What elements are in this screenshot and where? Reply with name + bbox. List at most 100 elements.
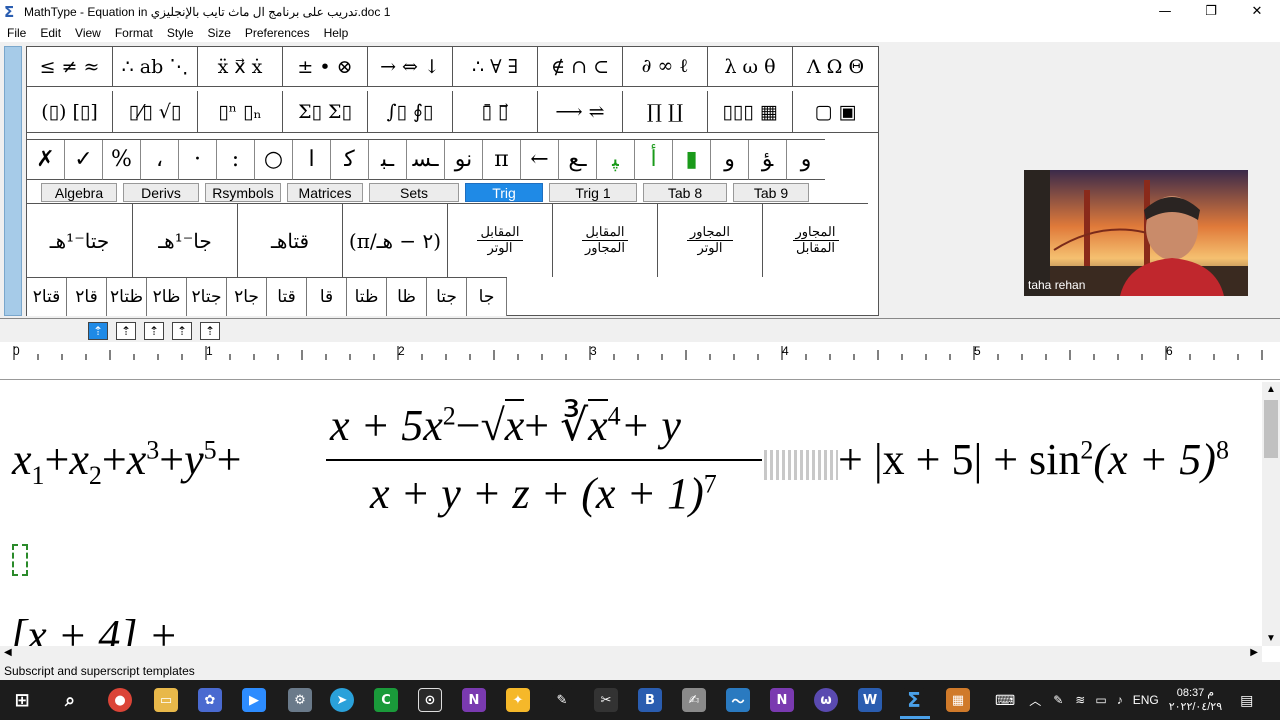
nudge-up-icon[interactable]: ⇡ <box>144 322 164 340</box>
trig-fn-button[interactable]: ظتا٢ <box>107 278 147 316</box>
matrices-palette-button[interactable]: ▯▯▯ ▦ <box>708 91 793 133</box>
symbol-button[interactable]: ، <box>141 140 179 180</box>
scroll-right-icon[interactable]: ▶ <box>1250 647 1258 658</box>
integral-palette-button[interactable]: ∫▯ ∮▯ <box>368 91 453 133</box>
menu-view[interactable]: View <box>68 26 108 40</box>
telegram-icon[interactable]: ➤ <box>330 688 354 712</box>
word-icon[interactable]: W <box>858 688 882 712</box>
onenote-icon[interactable]: N <box>770 688 794 712</box>
tab-derivs[interactable]: Derivs <box>123 183 199 202</box>
arcsin-template[interactable]: جا⁻¹هـ <box>133 204 238 277</box>
battery-icon[interactable]: ▭ <box>1095 693 1106 707</box>
trig-fn-button[interactable]: ظا٢ <box>147 278 187 316</box>
menu-size[interactable]: Size <box>201 26 238 40</box>
tab-trig-1[interactable]: Trig 1 <box>549 183 637 202</box>
app-icon[interactable]: ▦ <box>946 688 970 712</box>
clock[interactable]: 08:37 م ٢٠٢٢/٠٤/٢٩ <box>1169 686 1222 714</box>
empty-slot-placeholder[interactable] <box>12 544 28 576</box>
maximize-button[interactable]: ❐ <box>1188 0 1234 23</box>
tab-8[interactable]: Tab 8 <box>643 183 727 202</box>
app-icon[interactable]: ✦ <box>506 688 530 712</box>
symbol-button[interactable]: ← <box>521 140 559 180</box>
ratio-template[interactable]: المجاور الوتر <box>658 204 763 277</box>
symbol-button[interactable]: ○ <box>255 140 293 180</box>
show-hidden-icons-icon[interactable]: ︿ <box>1029 692 1041 709</box>
relations-palette-button[interactable]: ≤ ≠ ≈ <box>27 47 113 87</box>
trig-fn-button[interactable]: قا <box>307 278 347 316</box>
symbol-button[interactable]: : <box>217 140 255 180</box>
onenote-icon[interactable]: N <box>462 688 486 712</box>
csc-template[interactable]: قتاهـ <box>238 204 343 277</box>
app-icon[interactable]: B <box>638 688 662 712</box>
logical-palette-button[interactable]: ∴ ∀ ∃ <box>453 47 538 87</box>
toolbar-grip[interactable] <box>4 46 22 316</box>
arrows-palette-button[interactable]: → ⇔ ↓ <box>368 47 453 87</box>
symbol-button[interactable]: % <box>103 140 141 180</box>
set-theory-palette-button[interactable]: ∉ ∩ ⊂ <box>538 47 623 87</box>
nudge-up-icon[interactable]: ⇡ <box>88 322 108 340</box>
summation-palette-button[interactable]: Σ▯ Σ▯ <box>283 91 368 133</box>
symbol-button[interactable]: ▮ <box>673 140 711 180</box>
keyboard-icon[interactable]: ⌨ <box>995 692 1015 709</box>
products-palette-button[interactable]: ∏ ∐ <box>623 91 708 133</box>
symbol-button[interactable]: ـﻊ <box>559 140 597 180</box>
greek-upper-palette-button[interactable]: Λ Ω Θ <box>793 47 878 87</box>
tab-algebra[interactable]: Algebra <box>41 183 117 202</box>
selection-placeholder[interactable] <box>764 450 838 480</box>
camtasia-icon[interactable]: C <box>374 688 398 712</box>
trig-fn-button[interactable]: قا٢ <box>67 278 107 316</box>
app-icon[interactable]: 〜 <box>726 688 750 712</box>
trig-fn-button[interactable]: قتا٢ <box>27 278 67 316</box>
app-icon[interactable]: ✂ <box>594 688 618 712</box>
scroll-thumb[interactable] <box>1264 400 1278 458</box>
greek-lower-palette-button[interactable]: λ ω θ <box>708 47 793 87</box>
trig-fn-button[interactable]: قتا <box>267 278 307 316</box>
symbol-button[interactable]: π <box>483 140 521 180</box>
symbol-button[interactable]: ا <box>293 140 331 180</box>
notifications-icon[interactable]: ▤ <box>1240 692 1253 709</box>
nudge-up-icon[interactable]: ⇡ <box>200 322 220 340</box>
symbol-button[interactable]: · <box>179 140 217 180</box>
fractions-palette-button[interactable]: ▯⁄▯ √▯ <box>113 91 198 133</box>
language-indicator[interactable]: ENG <box>1133 693 1159 707</box>
spaces-palette-button[interactable]: ∴ ab ⋱ <box>113 47 198 87</box>
trig-fn-button[interactable]: جا <box>467 278 507 316</box>
labeled-arrows-palette-button[interactable]: ⟶ ⇌ <box>538 91 623 133</box>
symbol-button[interactable]: ﺆ <box>749 140 787 180</box>
scroll-left-icon[interactable]: ◀ <box>4 647 12 658</box>
minimize-button[interactable]: — <box>1142 0 1188 23</box>
symbol-button[interactable]: ـﺒ <box>369 140 407 180</box>
trig-fn-button[interactable]: جتا٢ <box>187 278 227 316</box>
complement-angle-template[interactable]: (π/٢ − هـ) <box>343 204 448 277</box>
scroll-up-icon[interactable]: ▲ <box>1266 384 1276 395</box>
fences-palette-button[interactable]: (▯) [▯] <box>27 91 113 133</box>
app-icon[interactable]: ⊙ <box>418 688 442 712</box>
nudge-up-icon[interactable]: ⇡ <box>116 322 136 340</box>
menu-edit[interactable]: Edit <box>33 26 68 40</box>
ratio-template[interactable]: المقابل المجاور <box>553 204 658 277</box>
app-icon[interactable]: ✿ <box>198 688 222 712</box>
tab-matrices[interactable]: Matrices <box>287 183 363 202</box>
start-windows-icon[interactable]: ⊞ <box>10 688 34 712</box>
nudge-up-icon[interactable]: ⇡ <box>172 322 192 340</box>
symbol-button[interactable]: ﻛ <box>331 140 369 180</box>
boxes-palette-button[interactable]: ▢ ▣ <box>793 91 878 133</box>
arccos-template[interactable]: جتا⁻¹هـ <box>27 204 133 277</box>
tab-9[interactable]: Tab 9 <box>733 183 809 202</box>
app-icon[interactable]: ω <box>814 688 838 712</box>
trig-fn-button[interactable]: جا٢ <box>227 278 267 316</box>
pen-icon[interactable]: ✎ <box>550 688 574 712</box>
menu-format[interactable]: Format <box>108 26 160 40</box>
close-button[interactable]: ✕ <box>1234 0 1280 23</box>
app-icon[interactable]: ⚙ <box>288 688 312 712</box>
tab-sets[interactable]: Sets <box>369 183 459 202</box>
symbol-button[interactable]: أ <box>635 140 673 180</box>
symbol-button[interactable]: ﻭ <box>711 140 749 180</box>
scripts-palette-button[interactable]: ▯ⁿ ▯ₙ <box>198 91 283 133</box>
symbol-button[interactable]: ✗ <box>27 140 65 180</box>
menu-preferences[interactable]: Preferences <box>238 26 317 40</box>
menu-style[interactable]: Style <box>160 26 201 40</box>
ratio-template[interactable]: المجاور المقابل <box>763 204 868 277</box>
trig-fn-button[interactable]: جتا <box>427 278 467 316</box>
trig-fn-button[interactable]: ظا <box>387 278 427 316</box>
